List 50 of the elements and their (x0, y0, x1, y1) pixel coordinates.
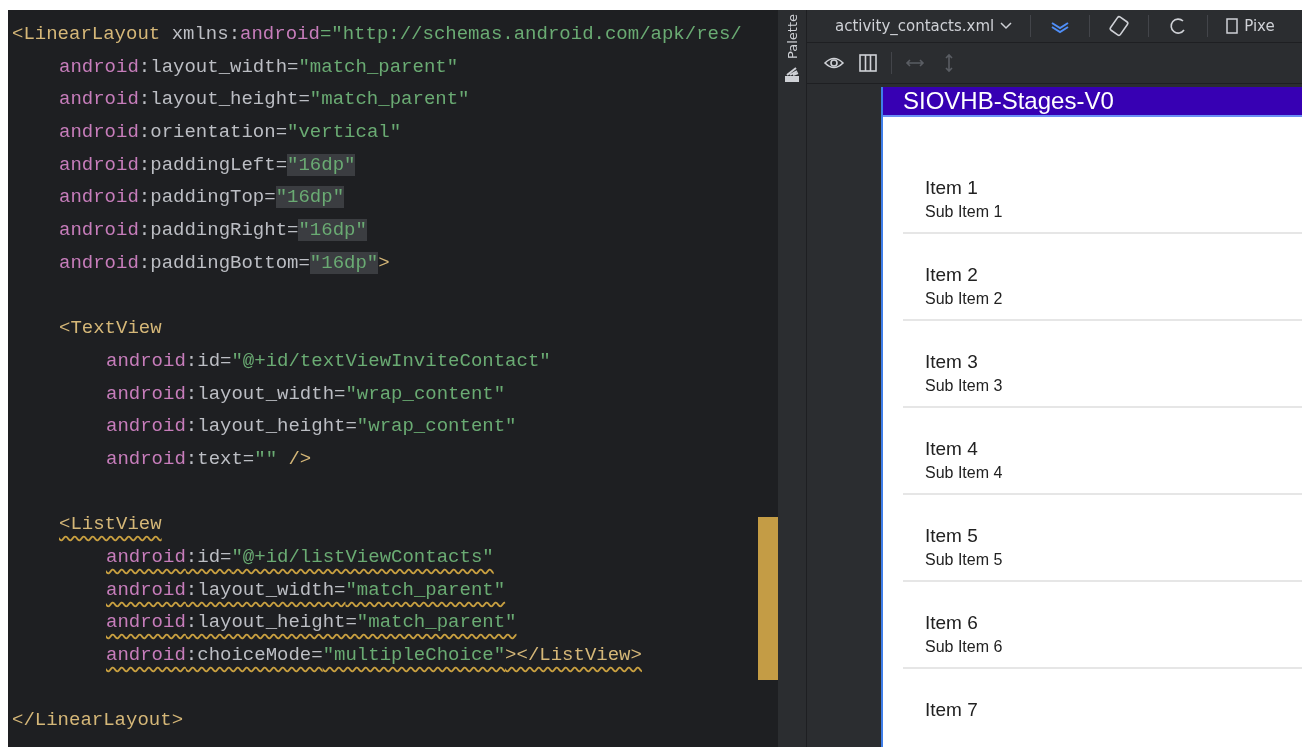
code-line: android:text="" /> (106, 447, 312, 470)
palette-icon[interactable] (784, 67, 800, 84)
code-line: android:paddingBottom="16dp"> (59, 251, 390, 274)
code-line: </LinearLayout> (12, 709, 184, 732)
code-line: android:paddingLeft="16dp" (59, 153, 356, 176)
item-title: Item 1 (925, 177, 979, 199)
item-subtitle: Sub Item 2 (925, 290, 1004, 308)
item-subtitle: Sub Item 3 (925, 377, 1004, 395)
code-line: android:layout_width="match_parent" (106, 578, 506, 601)
item-title: Item 2 (925, 264, 979, 286)
palette-tab[interactable]: Palette (784, 14, 800, 60)
list-item[interactable]: Item 3 Sub Item 3 (903, 321, 1302, 408)
code-line: android:orientation="vertical" (59, 121, 402, 144)
code-line: android:choiceMode="multipleChoice"></ListView> (106, 644, 642, 667)
item-subtitle: Sub Item 1 (925, 203, 1004, 221)
list-item[interactable]: Item 5 Sub Item 5 (903, 495, 1302, 582)
code-line: android:layout_height="match_parent" (59, 88, 470, 111)
code-line: <LinearLayout xmlns:android="http://schemas.android.com/apk/res/ (12, 23, 742, 45)
item-title: Item 6 (925, 612, 979, 634)
orientation-icon[interactable] (1108, 15, 1131, 37)
item-title: Item 5 (925, 525, 979, 547)
code-line: <ListView (59, 513, 162, 536)
code-editor[interactable] (8, 10, 778, 747)
code-line: android:id="@+id/listViewContacts" (106, 546, 494, 568)
code-line: android:paddingTop="16dp" (59, 186, 345, 209)
item-subtitle: Sub Item 5 (925, 551, 1004, 569)
app-title: SIOVHB-Stages-V0 (903, 87, 1114, 115)
list-item[interactable]: Item 4 Sub Item 4 (903, 408, 1302, 495)
list-item[interactable]: Item 1 Sub Item 1 (903, 147, 1302, 234)
list-item[interactable]: Item 2 Sub Item 2 (903, 234, 1302, 321)
code-line: <TextView (59, 317, 162, 340)
device-dropdown[interactable]: Pixe (1226, 17, 1275, 35)
item-title: Item 3 (925, 351, 979, 373)
item-subtitle: Sub Item 6 (925, 638, 1004, 656)
chevron-down-icon (1000, 22, 1013, 30)
code-line: android:layout_width="wrap_content" (106, 382, 506, 405)
warning-marker[interactable] (758, 516, 778, 680)
code-line: android:layout_height="match_parent" (106, 611, 517, 634)
code-line: android:paddingRight="16dp" (59, 219, 367, 242)
code-line: android:layout_width="match_parent" (59, 55, 459, 78)
columns-icon[interactable] (857, 52, 879, 74)
code-line: android:layout_height="wrap_content" (106, 415, 517, 438)
list-item[interactable]: Item 7 (903, 669, 1302, 747)
code-line: android:id="@+id/textViewInviteContact" (106, 349, 551, 372)
item-title: Item 4 (925, 438, 979, 460)
layout-file-dropdown[interactable]: activity_contacts.xml (835, 17, 1013, 35)
phone-icon (1226, 18, 1239, 34)
item-title: Item 7 (925, 699, 979, 721)
list-item[interactable]: Item 6 Sub Item 6 (903, 582, 1302, 669)
item-subtitle: Sub Item 4 (925, 464, 1004, 482)
